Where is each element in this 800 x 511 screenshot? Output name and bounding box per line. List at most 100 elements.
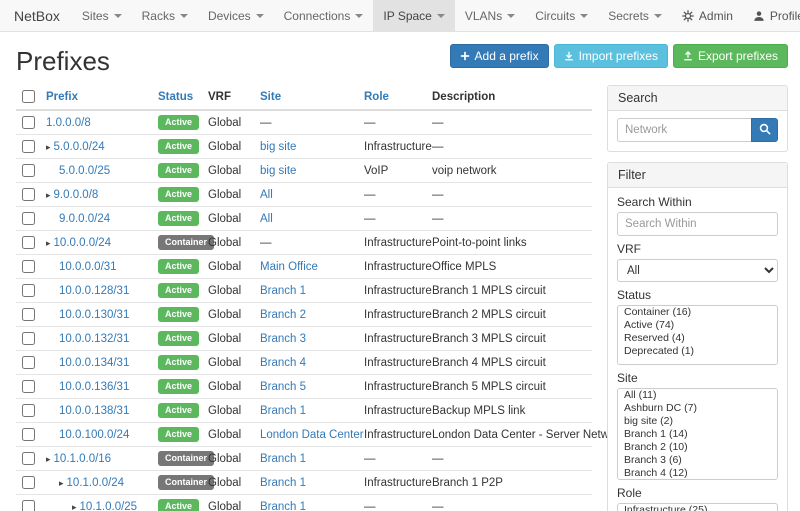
prefix-link[interactable]: 10.0.0.0/31 — [59, 261, 117, 273]
role-cell: Infrastructure — [358, 423, 426, 447]
search-within-input[interactable] — [617, 212, 778, 236]
site-link[interactable]: All — [260, 213, 273, 225]
prefix-link[interactable]: 1.0.0.0/8 — [46, 117, 91, 129]
column-header-vrf: VRF — [202, 85, 254, 110]
row-checkbox[interactable] — [22, 500, 35, 511]
search-input[interactable] — [617, 118, 751, 142]
nav-item-vlans[interactable]: VLANs — [455, 0, 525, 31]
row-checkbox[interactable] — [22, 212, 35, 225]
nav-item-ip-space[interactable]: IP Space — [373, 0, 454, 31]
status-listbox[interactable]: Container (16)Active (74)Reserved (4)Dep… — [617, 305, 778, 365]
site-link[interactable]: Branch 1 — [260, 477, 306, 489]
site-cell: big site — [254, 159, 358, 183]
expand-children-icon: ▸ — [46, 454, 51, 464]
nav-item-sites[interactable]: Sites — [72, 0, 132, 31]
nav-item-devices[interactable]: Devices — [198, 0, 274, 31]
site-link[interactable]: Branch 5 — [260, 381, 306, 393]
site-listbox[interactable]: All (11)Ashburn DC (7)big site (2)Branch… — [617, 388, 778, 480]
site-link[interactable]: big site — [260, 165, 296, 177]
nav-item-racks[interactable]: Racks — [132, 0, 198, 31]
row-checkbox[interactable] — [22, 428, 35, 441]
column-header-site[interactable]: Site — [254, 85, 358, 110]
row-checkbox[interactable] — [22, 260, 35, 273]
row-checkbox[interactable] — [22, 188, 35, 201]
row-checkbox[interactable] — [22, 164, 35, 177]
role-listbox[interactable]: Infrastructure (25)Management (8)Private… — [617, 503, 778, 511]
prefix-link[interactable]: 10.0.0.0/24 — [54, 237, 112, 249]
site-link[interactable]: Branch 1 — [260, 405, 306, 417]
select-all-checkbox[interactable] — [22, 90, 35, 103]
prefix-link[interactable]: 9.0.0.0/8 — [54, 189, 99, 201]
listbox-option[interactable]: Branch 2 (10) — [618, 441, 777, 454]
row-checkbox[interactable] — [22, 476, 35, 489]
listbox-option[interactable]: Container (16) — [618, 306, 777, 319]
nav-item-secrets[interactable]: Secrets — [598, 0, 672, 31]
export-prefixes-button[interactable]: Export prefixes — [673, 44, 788, 68]
row-checkbox[interactable] — [22, 116, 35, 129]
row-checkbox[interactable] — [22, 236, 35, 249]
nav-item-admin[interactable]: Admin — [672, 0, 743, 31]
column-header-status[interactable]: Status — [152, 85, 202, 110]
prefix-link[interactable]: 10.0.0.128/31 — [59, 285, 129, 297]
site-link[interactable]: All — [260, 189, 273, 201]
row-checkbox[interactable] — [22, 452, 35, 465]
listbox-option[interactable]: Deprecated (1) — [618, 345, 777, 358]
nav-item-profile[interactable]: Profile — [743, 0, 800, 31]
prefix-link[interactable]: 10.0.0.132/31 — [59, 333, 129, 345]
prefix-link[interactable]: 10.1.0.0/16 — [54, 453, 112, 465]
listbox-option[interactable]: Branch 4 (12) — [618, 467, 777, 480]
row-checkbox[interactable] — [22, 332, 35, 345]
site-link[interactable]: Branch 1 — [260, 453, 306, 465]
site-link[interactable]: Branch 4 — [260, 357, 306, 369]
site-link[interactable]: Branch 1 — [260, 501, 306, 511]
site-cell: All — [254, 183, 358, 207]
listbox-option[interactable]: All (11) — [618, 389, 777, 402]
sidebar: Search Filter Search Within VRF — [607, 85, 788, 511]
site-link[interactable]: Branch 1 — [260, 285, 306, 297]
prefix-link[interactable]: 9.0.0.0/24 — [59, 213, 110, 225]
site-link[interactable]: London Data Center — [260, 429, 364, 441]
site-link[interactable]: Branch 3 — [260, 333, 306, 345]
import-prefixes-button[interactable]: Import prefixes — [554, 44, 668, 68]
description-cell: — — [426, 135, 592, 159]
vrf-select[interactable]: All — [617, 259, 778, 282]
nav-item-circuits[interactable]: Circuits — [525, 0, 598, 31]
prefix-link[interactable]: 10.0.0.134/31 — [59, 357, 129, 369]
chevron-down-icon — [355, 14, 363, 18]
brand-logo[interactable]: NetBox — [8, 0, 72, 31]
row-checkbox[interactable] — [22, 284, 35, 297]
listbox-option[interactable]: Branch 3 (6) — [618, 454, 777, 467]
vrf-cell: Global — [202, 255, 254, 279]
status-badge: Active — [158, 283, 199, 298]
add-prefix-button[interactable]: Add a prefix — [450, 44, 549, 68]
search-button[interactable] — [751, 118, 778, 142]
row-checkbox[interactable] — [22, 380, 35, 393]
prefix-link[interactable]: 10.0.0.136/31 — [59, 381, 129, 393]
nav-item-connections[interactable]: Connections — [274, 0, 374, 31]
row-checkbox[interactable] — [22, 140, 35, 153]
prefix-link[interactable]: 10.0.0.130/31 — [59, 309, 129, 321]
site-link[interactable]: Branch 2 — [260, 309, 306, 321]
column-header-role[interactable]: Role — [358, 85, 426, 110]
prefix-link[interactable]: 10.0.0.138/31 — [59, 405, 129, 417]
listbox-option[interactable]: Active (74) — [618, 319, 777, 332]
prefix-link[interactable]: 10.1.0.0/25 — [80, 501, 138, 511]
prefix-link[interactable]: 10.0.100.0/24 — [59, 429, 129, 441]
site-link[interactable]: Main Office — [260, 261, 318, 273]
listbox-option[interactable]: Branch 1 (14) — [618, 428, 777, 441]
column-header-prefix[interactable]: Prefix — [40, 85, 152, 110]
row-checkbox[interactable] — [22, 356, 35, 369]
listbox-option[interactable]: Ashburn DC (7) — [618, 402, 777, 415]
prefix-link[interactable]: 5.0.0.0/25 — [59, 165, 110, 177]
prefix-link[interactable]: 5.0.0.0/24 — [54, 141, 105, 153]
search-icon — [759, 123, 771, 138]
row-checkbox[interactable] — [22, 308, 35, 321]
listbox-option[interactable]: Reserved (4) — [618, 332, 777, 345]
listbox-option[interactable]: big site (2) — [618, 415, 777, 428]
listbox-option[interactable]: Infrastructure (25) — [618, 504, 777, 511]
row-checkbox[interactable] — [22, 404, 35, 417]
description-cell: Branch 5 MPLS circuit — [426, 375, 592, 399]
description-cell: Office MPLS — [426, 255, 592, 279]
prefix-link[interactable]: 10.1.0.0/24 — [67, 477, 125, 489]
site-link[interactable]: big site — [260, 141, 296, 153]
